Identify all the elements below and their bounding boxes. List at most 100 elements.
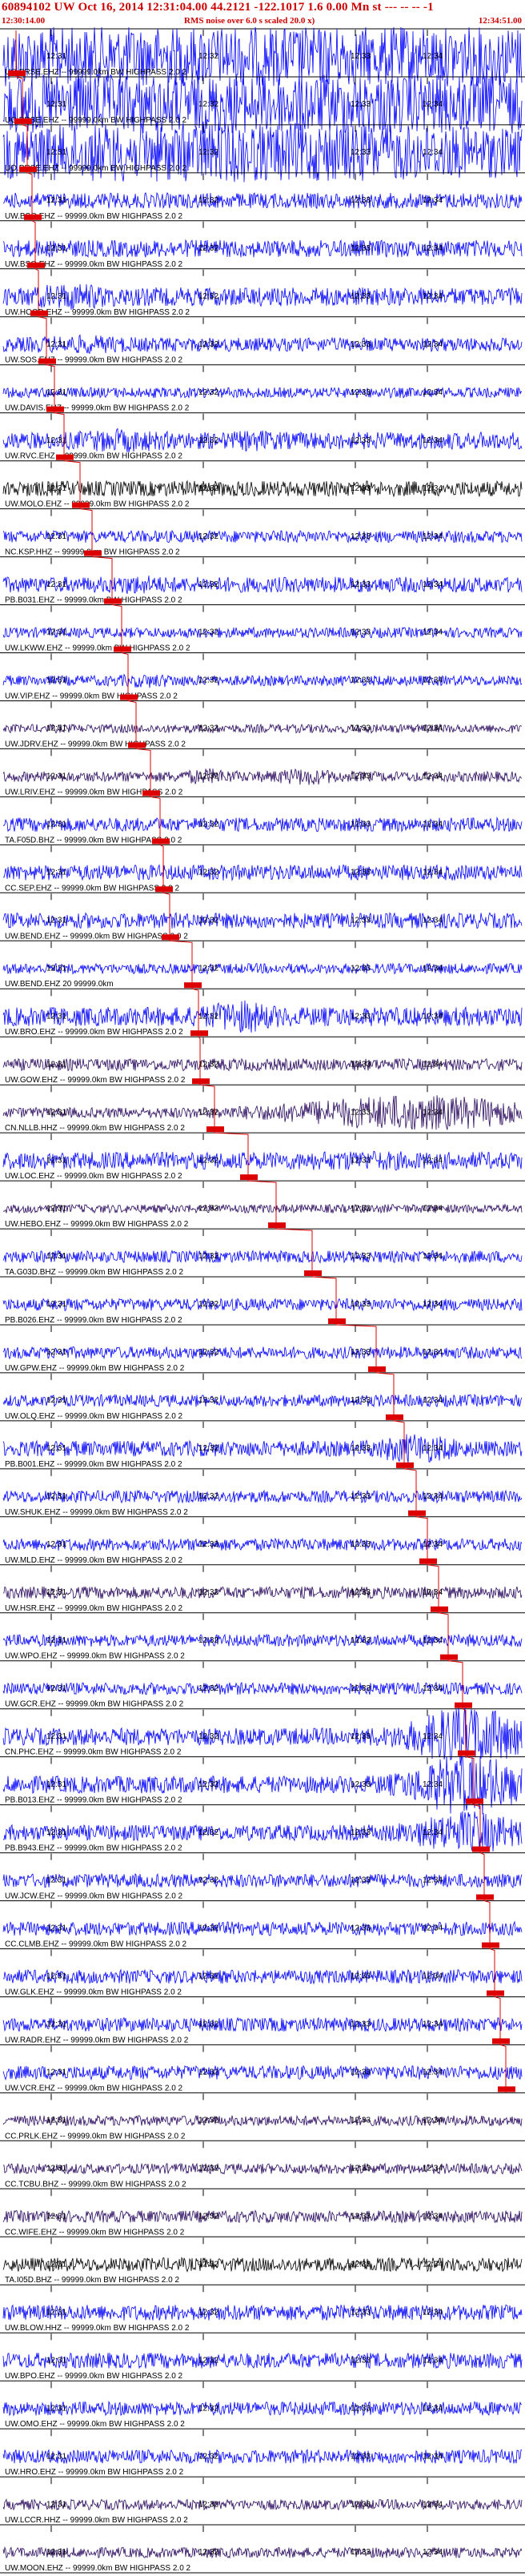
pick-marker bbox=[498, 2086, 515, 2092]
trace-row: 12:31 12:32 12:33 12:34UW.BSO.EHZ -- 99999.… bbox=[0, 220, 525, 269]
trace-row: 12:31 12:32 12:33 12:34 UW.VCR.EHZ -- 99999.… bbox=[0, 2044, 525, 2092]
station-label: PB.B943.EHZ -- 99999.0km BW HIGHPASS 2.0… bbox=[5, 1844, 182, 1853]
time-tick-label: 12:33 bbox=[351, 1876, 371, 1885]
time-tick-label: 12:31 bbox=[46, 1396, 66, 1405]
time-tick-label: 12:33 bbox=[351, 1348, 371, 1357]
waveform bbox=[2, 479, 523, 498]
time-tick-label: 12:33 bbox=[351, 2117, 371, 2125]
time-tick-label: 12:34 bbox=[423, 724, 443, 733]
station-label: UW.GOW.EHZ -- 99999.0km BW HIGHPASS 2.0 … bbox=[5, 1076, 186, 1085]
waveform bbox=[2, 2546, 523, 2559]
pick-marker bbox=[492, 2038, 510, 2044]
waveform bbox=[2, 1150, 523, 1171]
time-tick-label: 12:34 bbox=[423, 2020, 443, 2029]
time-tick-label: 12:34 bbox=[423, 1636, 443, 1645]
waveform bbox=[2, 2209, 523, 2225]
station-label: UW.GLK.EHZ -- 99999.0km BW HIGHPASS 2.0 … bbox=[5, 1988, 182, 1997]
time-tick-label: 12:31 bbox=[46, 2356, 66, 2365]
waveform bbox=[2, 1537, 523, 1552]
time-tick-label: 12:32 bbox=[198, 2548, 218, 2557]
time-tick-label: 12:33 bbox=[351, 2020, 371, 2029]
time-tick-label: 12:34 bbox=[423, 1540, 443, 1549]
time-tick-label: 12:34 bbox=[423, 2500, 443, 2509]
time-tick-label: 12:32 bbox=[198, 2020, 218, 2029]
time-tick-label: 12:33 bbox=[351, 2213, 371, 2221]
time-tick-label: 12:32 bbox=[198, 1492, 218, 1501]
trace-row: 12:31 12:32 12:33 12:34 CC.CLMB.EHZ -- 99999… bbox=[0, 1900, 525, 1949]
time-tick-label: 12:33 bbox=[351, 244, 371, 253]
waveform bbox=[2, 191, 523, 210]
pick-marker bbox=[190, 1030, 208, 1037]
trace-row: 12:31 12:32 12:33 12:34 CN.NLLB.HHZ -- 99999… bbox=[0, 1084, 525, 1133]
time-tick-label: 12:34 bbox=[423, 628, 443, 637]
trace-row: 12:31 12:32 12:33 12:34 UW.GCR.EHZ -- 99999.… bbox=[0, 1660, 525, 1709]
time-tick-label: 12:34 bbox=[423, 1492, 443, 1501]
station-label: UW.RVC.EHZ -- 99999.0km BW HIGHPASS 2.0 … bbox=[5, 452, 182, 461]
trace-row: 12:31 12:32 12:33 12:34 CC.WIFE.EHZ -- 99999… bbox=[0, 2188, 525, 2237]
time-tick-label: 12:32 bbox=[198, 772, 218, 781]
station-label: UO.PRSE.EHZ -- 99999.0km BW HIGHPASS 2.0… bbox=[5, 116, 187, 125]
time-tick-label: 12:32 bbox=[198, 1396, 218, 1405]
station-label: UW.HRO.EHZ -- 99999.0km BW HIGHPASS 2.0 … bbox=[5, 2468, 184, 2477]
time-tick-label: 12:34 bbox=[423, 2308, 443, 2317]
time-tick-label: 12:32 bbox=[198, 1252, 218, 1261]
time-tick-label: 12:32 bbox=[198, 1780, 218, 1789]
waveform bbox=[2, 2498, 523, 2511]
time-tick-label: 12:31 bbox=[46, 2308, 66, 2317]
time-tick-label: 12:31 bbox=[46, 869, 66, 877]
time-tick-label: 12:32 bbox=[198, 388, 218, 397]
trace-row: 12:31 12:32 12:33 12:34 UW.MLD.EHZ -- 99999.… bbox=[0, 1516, 525, 1565]
time-tick-label: 12:32 bbox=[198, 2213, 218, 2221]
waveform bbox=[2, 1250, 523, 1264]
time-tick-label: 12:31 bbox=[46, 1876, 66, 1885]
station-label: CN.PHC.EHZ -- 99999.0km BW HIGHPASS 2.0 … bbox=[5, 1748, 182, 1757]
time-tick-label: 12:32 bbox=[198, 2165, 218, 2173]
time-tick-label: 12:33 bbox=[351, 965, 371, 973]
time-tick-label: 12:31 bbox=[46, 1252, 66, 1261]
time-tick-label: 12:33 bbox=[351, 580, 371, 589]
trace-row: 12:31 12:32 12:33 12:34 UW.BLOW.HHZ -- 99999… bbox=[0, 2284, 525, 2333]
time-tick-label: 12:32 bbox=[198, 532, 218, 541]
trace-row: 12:31 12:32 12:33 12:34 UW.BEND.EHZ 20 99999… bbox=[0, 940, 525, 989]
pick-marker bbox=[368, 1366, 386, 1372]
station-label: TA.I05D.BHZ -- 99999.0km BW HIGHPASS 2.0… bbox=[5, 2276, 179, 2285]
time-tick-label: 12:34 bbox=[423, 1732, 443, 1741]
time-tick-label: 12:34 bbox=[423, 821, 443, 829]
time-tick-label: 12:32 bbox=[198, 2452, 218, 2461]
time-tick-label: 12:34 bbox=[423, 532, 443, 541]
time-tick-label: 12:34 bbox=[423, 2452, 443, 2461]
station-label: PB.B031.EHZ -- 99999.0km BW HIGHPASS 2.0… bbox=[5, 596, 182, 605]
time-tick-label: 12:32 bbox=[198, 628, 218, 637]
time-tick-label: 12:31 bbox=[46, 1636, 66, 1645]
station-label: TA.G03D.BHZ -- 99999.0km BW HIGHPASS 2.0… bbox=[5, 1268, 183, 1277]
time-tick-label: 12:34 bbox=[423, 1156, 443, 1165]
waveform bbox=[2, 2016, 523, 2032]
station-label: UW.BPO.EHZ -- 99999.0km BW HIGHPASS 2.0 … bbox=[5, 2372, 183, 2381]
time-tick-label: 12:33 bbox=[351, 1492, 371, 1501]
time-tick-label: 12:31 bbox=[46, 1780, 66, 1789]
pick-marker bbox=[431, 1606, 448, 1612]
waveform bbox=[2, 1346, 523, 1360]
time-tick-label: 12:31 bbox=[46, 148, 66, 157]
time-tick-label: 12:32 bbox=[198, 1444, 218, 1453]
time-tick-label: 12:33 bbox=[351, 2068, 371, 2077]
time-tick-label: 12:33 bbox=[351, 1828, 371, 1837]
time-tick-label: 12:31 bbox=[46, 1828, 66, 1837]
station-label: UW.VIP.EHZ -- 99999.0km BW HIGHPASS 2.0 … bbox=[5, 692, 178, 701]
pick-marker bbox=[206, 1126, 224, 1133]
time-tick-label: 12:34 bbox=[423, 484, 443, 493]
time-tick-label: 12:32 bbox=[198, 1540, 218, 1549]
time-tick-label: 12:33 bbox=[351, 1012, 371, 1021]
station-label: UW.GCR.EHZ -- 99999.0km BW HIGHPASS 2.0 … bbox=[5, 1700, 184, 1709]
waveform bbox=[2, 1057, 523, 1072]
time-tick-label: 12:33 bbox=[351, 1108, 371, 1117]
time-tick-label: 12:32 bbox=[198, 2260, 218, 2269]
time-tick-label: 12:33 bbox=[351, 1780, 371, 1789]
time-tick-label: 12:32 bbox=[198, 2068, 218, 2077]
time-tick-label: 12:31 bbox=[46, 1300, 66, 1309]
time-tick-label: 12:33 bbox=[351, 676, 371, 685]
trace-row: 12:31 12:32 12:33 12:34 UW.BRO.EHZ -- 99999.… bbox=[0, 988, 525, 1037]
pick-marker bbox=[162, 934, 179, 941]
time-tick-label: 12:34 bbox=[423, 580, 443, 589]
waveform bbox=[2, 626, 523, 640]
